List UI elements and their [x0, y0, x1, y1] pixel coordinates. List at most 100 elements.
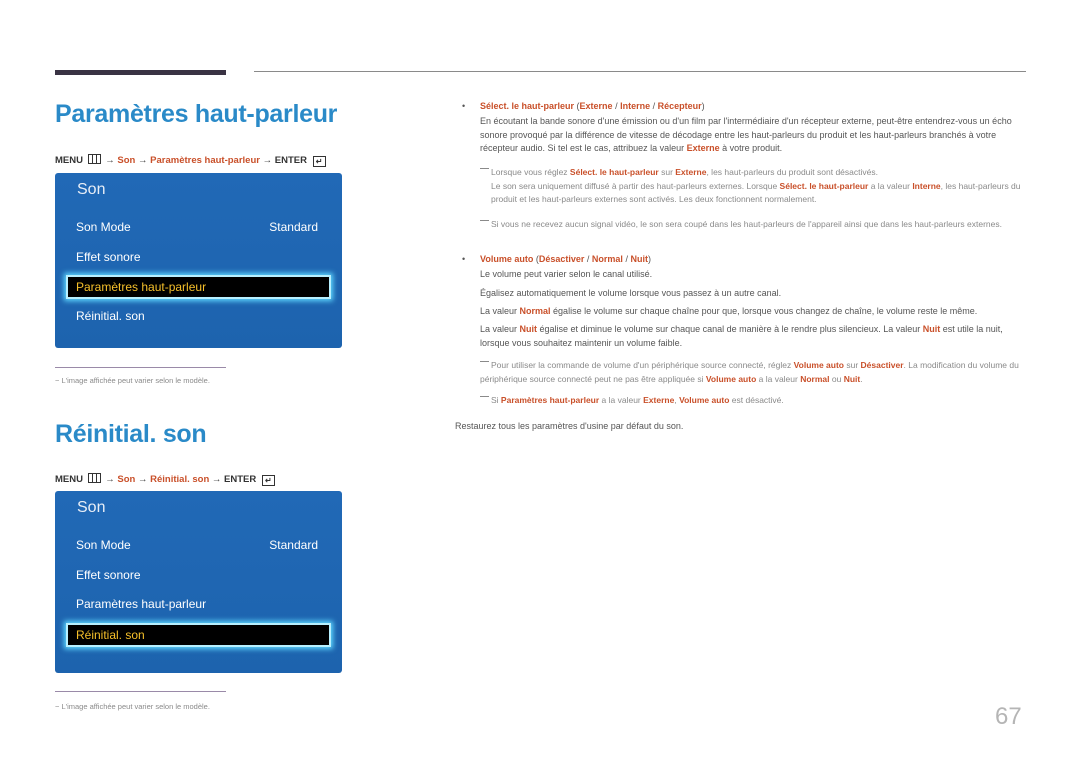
menu-label: MENU — [55, 155, 83, 166]
arrow: → — [262, 155, 273, 166]
reset-description: Restaurez tous les paramètres d'usine pa… — [455, 421, 684, 431]
option-value: Désactiver — [538, 254, 585, 264]
osd-item-label: Son Mode — [76, 538, 131, 552]
volume-auto-line1: Le volume peut varier selon le canal uti… — [480, 269, 653, 279]
menu-path: MENU → Son → Paramètres haut-parleur → E… — [55, 154, 326, 167]
option-value: Récepteur — [657, 101, 702, 111]
note-no-signal: Si vous ne recevez aucun signal vidéo, l… — [480, 218, 1028, 232]
osd-item-reinitial-son[interactable]: Réinitial. son — [76, 305, 321, 327]
arrow: → — [211, 474, 222, 485]
menu-icon — [87, 154, 101, 164]
option-heading-volume-auto: Volume auto (Désactiver / Normal / Nuit) — [480, 254, 651, 264]
select-speaker-description: En écoutant la bande sonore d'une émissi… — [480, 115, 1028, 156]
option-value: Nuit — [630, 254, 648, 264]
text: a la valeur — [599, 395, 644, 405]
highlight: Nuit — [519, 324, 538, 334]
osd-item-label: Effet sonore — [76, 250, 141, 264]
highlight: Nuit — [843, 373, 861, 384]
text: La valeur — [480, 324, 520, 334]
volume-auto-normal: La valeur Normal égalise le volume sur c… — [480, 305, 1028, 319]
text: La valeur — [480, 306, 520, 316]
heading-text: Sélect. le haut-parleur — [480, 101, 575, 111]
note-external-disables-volume-auto: Si Paramètres haut-parleur a la valeur E… — [480, 394, 1028, 408]
enter-icon: ↵ — [261, 475, 275, 486]
osd-item-label: Effet sonore — [76, 568, 141, 582]
menu-icon — [87, 473, 101, 483]
highlight: Paramètres haut-parleur — [500, 395, 600, 405]
osd-title: Son — [77, 499, 106, 516]
text: , les haut-parleurs du produit sont désa… — [706, 167, 878, 177]
osd-item-effet-sonore[interactable]: Effet sonore — [76, 246, 321, 268]
text: Pour utiliser la commande de volume d'un… — [491, 360, 794, 370]
enter-label: ENTER — [224, 474, 257, 485]
text: Lorsque vous réglez — [491, 167, 570, 177]
page-number: 67 — [995, 703, 1022, 730]
highlight: Externe — [643, 395, 675, 405]
bullet: • — [462, 101, 466, 111]
option-value: Interne — [620, 101, 651, 111]
highlight: Désactiver — [860, 360, 904, 370]
osd-title: Son — [77, 181, 106, 198]
option-value: Normal — [591, 254, 623, 264]
osd-menu-son: Son Son Mode Standard Effet sonore Param… — [55, 491, 342, 673]
osd-item-label: Réinitial. son — [76, 309, 145, 323]
note-dash — [480, 168, 489, 169]
highlight: Volume auto — [679, 395, 730, 405]
option-value: Externe — [579, 101, 613, 111]
bullet: • — [462, 254, 466, 264]
section-title-reset-sound: Réinitial. son — [55, 420, 207, 448]
text: sur — [843, 360, 861, 370]
osd-item-reinitial-son[interactable]: Réinitial. son — [66, 623, 331, 647]
osd-item-son-mode[interactable]: Son Mode Standard — [76, 216, 321, 238]
highlight: Nuit — [922, 324, 941, 334]
osd-item-parametres-haut-parleur[interactable]: Paramètres haut-parleur — [66, 275, 331, 299]
text: égalise et diminue le volume sur chaque … — [537, 324, 923, 334]
heading-text: Volume auto — [480, 254, 534, 264]
note-dash — [480, 361, 489, 362]
osd-item-son-mode[interactable]: Son Mode Standard — [76, 534, 321, 556]
option-heading-select-speaker: Sélect. le haut-parleur (Externe / Inter… — [480, 101, 705, 111]
highlight: Externe — [686, 143, 720, 153]
menu-path-son: Son — [117, 474, 136, 485]
note-dash — [480, 220, 489, 221]
text: Si vous ne recevez aucun signal vidéo, l… — [491, 219, 1002, 229]
highlight: Interne — [912, 180, 941, 191]
menu-path: MENU → Son → Réinitial. son → ENTER ↵ — [55, 473, 275, 486]
menu-path-item: Paramètres haut-parleur — [150, 155, 260, 166]
section-title-speaker-settings: Paramètres haut-parleur — [55, 100, 338, 128]
text: à votre produit. — [719, 143, 783, 153]
text: est désactivé. — [729, 395, 784, 405]
text: a la valeur — [756, 373, 801, 384]
osd-item-effet-sonore[interactable]: Effet sonore — [76, 564, 321, 586]
text: a la valeur — [868, 180, 913, 191]
highlight: Sélect. le haut-parleur — [779, 180, 869, 191]
text: sur — [658, 167, 676, 177]
osd-item-parametres-haut-parleur[interactable]: Paramètres haut-parleur — [76, 593, 321, 615]
footnote-text: L'image affichée peut varier selon le mo… — [61, 702, 210, 711]
enter-label: ENTER — [274, 155, 307, 166]
volume-auto-nuit: La valeur Nuit égalise et diminue le vol… — [480, 323, 1028, 350]
volume-auto-line2: Égalisez automatiquement le volume lorsq… — [480, 288, 782, 298]
highlight: Normal — [800, 373, 830, 384]
header-bar-thick — [55, 70, 226, 75]
enter-icon: ↵ — [312, 156, 326, 167]
arrow: → — [138, 474, 148, 485]
note-source-volume: Pour utiliser la commande de volume d'un… — [480, 359, 1028, 386]
osd-item-label: Paramètres haut-parleur — [76, 280, 207, 294]
highlight: Sélect. le haut-parleur — [569, 167, 659, 177]
osd-item-label: Son Mode — [76, 220, 131, 234]
note-dash — [480, 396, 489, 397]
footnote-text: L'image affichée peut varier selon le mo… — [61, 376, 210, 385]
header-rule — [254, 71, 1026, 72]
footnote: − L'image affichée peut varier selon le … — [55, 702, 210, 711]
menu-path-son: Son — [117, 155, 136, 166]
osd-item-label: Paramètres haut-parleur — [76, 597, 207, 611]
highlight: Externe — [675, 167, 707, 177]
osd-item-value: Standard — [269, 220, 318, 234]
text: ou — [829, 373, 844, 384]
osd-item-label: Réinitial. son — [76, 628, 145, 642]
note-external-speaker: Lorsque vous réglez Sélect. le haut-parl… — [480, 166, 1028, 207]
menu-label: MENU — [55, 474, 83, 485]
menu-path-item: Réinitial. son — [150, 474, 210, 485]
text: Si — [491, 395, 501, 405]
